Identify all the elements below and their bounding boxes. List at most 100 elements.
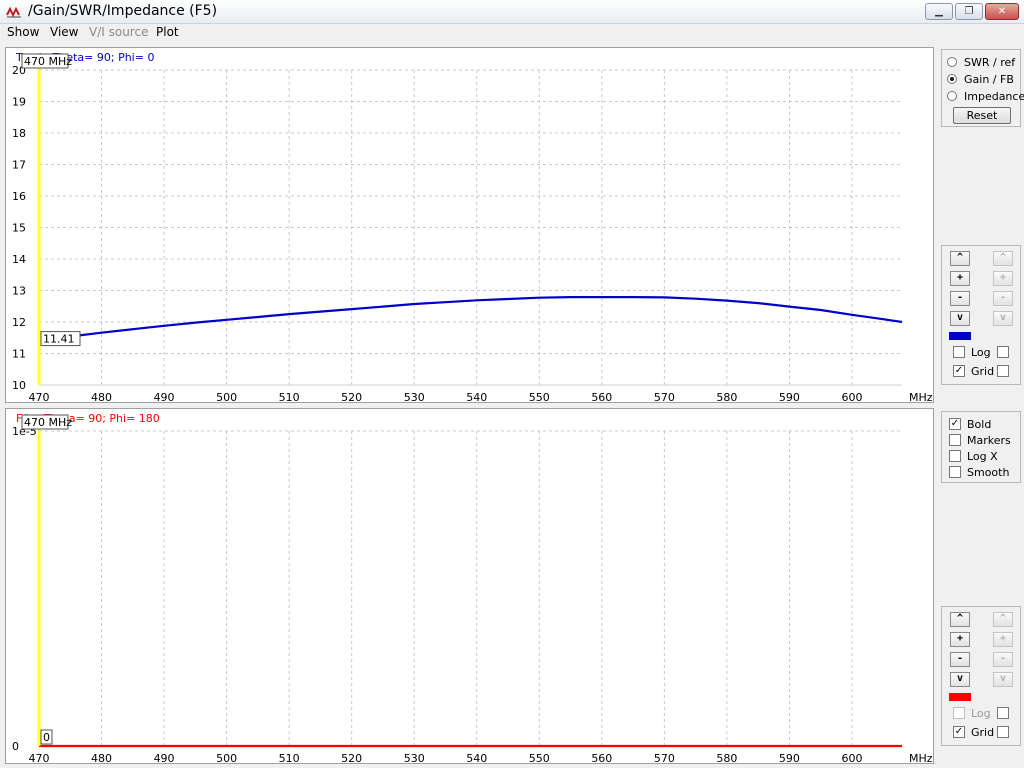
plot-options-panel: ✓ Bold Markers Log X Smooth xyxy=(941,411,1021,483)
gain-y-tick-9: 19 xyxy=(12,96,26,109)
bottom-right-down-button[interactable]: v xyxy=(993,672,1013,687)
fb-x-tick-590: 590 xyxy=(779,752,800,763)
radio-swr-indicator[interactable] xyxy=(947,57,957,67)
bottom-right-plus-button[interactable]: + xyxy=(993,632,1013,647)
top-left-up-button[interactable]: ^ xyxy=(950,251,970,266)
bottom-left-up-button[interactable]: ^ xyxy=(950,612,970,627)
top-log-right-checkbox[interactable] xyxy=(997,345,1015,359)
gain-x-tick-530: 530 xyxy=(404,391,425,402)
menu-view[interactable]: View xyxy=(50,25,78,39)
gain-y-tick-2: 12 xyxy=(12,316,26,329)
radio-swr-label: SWR / ref xyxy=(964,55,1016,69)
gain-x-tick-570: 570 xyxy=(654,391,675,402)
gain-series-line-0 xyxy=(38,296,903,342)
radio-gain-label: Gain / FB xyxy=(964,72,1014,86)
gain-x-tick-520: 520 xyxy=(341,391,362,402)
bottom-log-right-box[interactable] xyxy=(997,707,1009,719)
top-right-plus-button[interactable]: + xyxy=(993,271,1013,286)
gain-x-tick-580: 580 xyxy=(716,391,737,402)
bottom-log-label: Log xyxy=(971,706,991,720)
menu-show[interactable]: Show xyxy=(7,25,39,39)
bold-checkbox[interactable]: ✓ Bold xyxy=(949,417,991,431)
gain-x-tick-560: 560 xyxy=(591,391,612,402)
bold-box[interactable]: ✓ xyxy=(949,418,961,430)
top-log-checkbox[interactable]: Log xyxy=(953,345,991,359)
menu-vi-source[interactable]: V/I source xyxy=(89,25,148,39)
fb-x-tick-540: 540 xyxy=(466,752,487,763)
gain-y-tick-6: 16 xyxy=(12,190,26,203)
title-bar: /Gain/SWR/Impedance (F5) ▁ ❐ ✕ xyxy=(0,0,1024,24)
bottom-grid-right-box[interactable] xyxy=(997,726,1009,738)
maximize-button[interactable]: ❐ xyxy=(955,3,983,20)
gain-plot-panel[interactable]: 470 480 490 500 510 520 530 540 550 560 570 580 590 6… xyxy=(5,47,934,403)
fb-y-tick-0: 0 xyxy=(12,740,19,753)
smooth-checkbox[interactable]: Smooth xyxy=(949,465,1009,479)
radio-gain[interactable]: Gain / FB xyxy=(947,71,1014,87)
menu-plot[interactable]: Plot xyxy=(156,25,179,39)
fb-x-tick-530: 530 xyxy=(404,752,425,763)
top-log-right-box[interactable] xyxy=(997,346,1009,358)
bottom-grid-box[interactable]: ✓ xyxy=(953,726,965,738)
bottom-left-down-button[interactable]: v xyxy=(950,672,970,687)
bottom-scale-controls: ^ + - v ^ + - v Log ✓ Grid xyxy=(941,606,1021,746)
fb-x-tick-480: 480 xyxy=(91,752,112,763)
top-right-minus-button[interactable]: - xyxy=(993,291,1013,306)
radio-impedance-label: Impedance xyxy=(964,89,1024,103)
top-left-down-button[interactable]: v xyxy=(950,311,970,326)
bottom-right-up-button[interactable]: ^ xyxy=(993,612,1013,627)
gain-x-tick-550: 550 xyxy=(529,391,550,402)
bottom-log-checkbox[interactable]: Log xyxy=(953,706,991,720)
top-grid-checkbox[interactable]: ✓ Grid xyxy=(953,364,994,378)
gain-x-tick-600: 600 xyxy=(841,391,862,402)
top-grid-box[interactable]: ✓ xyxy=(953,365,965,377)
markers-label: Markers xyxy=(967,433,1011,447)
top-series-color-swatch[interactable] xyxy=(949,332,971,340)
gain-y-tick-5: 15 xyxy=(12,222,26,235)
top-right-down-button[interactable]: v xyxy=(993,311,1013,326)
logx-box[interactable] xyxy=(949,450,961,462)
fb-value-label: 0 xyxy=(43,731,50,744)
top-grid-right-box[interactable] xyxy=(997,365,1009,377)
radio-gain-indicator[interactable] xyxy=(947,74,957,84)
reset-button[interactable]: Reset xyxy=(953,107,1011,124)
radio-impedance-indicator[interactable] xyxy=(947,91,957,101)
logx-checkbox[interactable]: Log X xyxy=(949,449,998,463)
top-grid-right-checkbox[interactable] xyxy=(997,364,1015,378)
gain-value-label: 11.41 xyxy=(43,333,75,346)
fb-x-tick-510: 510 xyxy=(279,752,300,763)
minimize-button[interactable]: ▁ xyxy=(925,3,953,20)
bottom-left-minus-button[interactable]: - xyxy=(950,652,970,667)
top-log-label: Log xyxy=(971,345,991,359)
fb-marker-label: 470 MHz xyxy=(24,416,72,429)
gain-y-tick-1: 11 xyxy=(12,348,26,361)
fb-plot-panel[interactable]: 470 480 490 500 510 520 530 540 550 560 570 580 590 6… xyxy=(5,408,934,764)
top-left-minus-button[interactable]: - xyxy=(950,291,970,306)
top-log-box[interactable] xyxy=(953,346,965,358)
smooth-box[interactable] xyxy=(949,466,961,478)
close-button[interactable]: ✕ xyxy=(985,3,1019,20)
fb-x-tick-490: 490 xyxy=(154,752,175,763)
gain-marker-label: 470 MHz xyxy=(24,55,72,68)
top-right-up-button[interactable]: ^ xyxy=(993,251,1013,266)
markers-checkbox[interactable]: Markers xyxy=(949,433,1011,447)
gain-y-tick-4: 14 xyxy=(12,253,26,266)
radio-impedance[interactable]: Impedance xyxy=(947,88,1024,104)
markers-box[interactable] xyxy=(949,434,961,446)
fb-x-tick-570: 570 xyxy=(654,752,675,763)
bottom-grid-right-checkbox[interactable] xyxy=(997,725,1015,739)
top-left-plus-button[interactable]: + xyxy=(950,271,970,286)
window-title: /Gain/SWR/Impedance (F5) xyxy=(28,3,218,19)
bottom-log-box[interactable] xyxy=(953,707,965,719)
bottom-log-right-checkbox[interactable] xyxy=(997,706,1015,720)
fb-x-tick-500: 500 xyxy=(216,752,237,763)
bottom-left-plus-button[interactable]: + xyxy=(950,632,970,647)
fb-chart: 470 480 490 500 510 520 530 540 550 560 570 580 590 6… xyxy=(12,412,933,763)
fb-x-tick-470: 470 xyxy=(29,752,50,763)
bottom-grid-checkbox[interactable]: ✓ Grid xyxy=(953,725,994,739)
bottom-right-minus-button[interactable]: - xyxy=(993,652,1013,667)
radio-swr[interactable]: SWR / ref xyxy=(947,54,1015,70)
gain-x-tick-470: 470 xyxy=(29,391,50,402)
bottom-series-color-swatch[interactable] xyxy=(949,693,971,701)
gain-x-tick-500: 500 xyxy=(216,391,237,402)
bottom-grid-label: Grid xyxy=(971,725,995,739)
